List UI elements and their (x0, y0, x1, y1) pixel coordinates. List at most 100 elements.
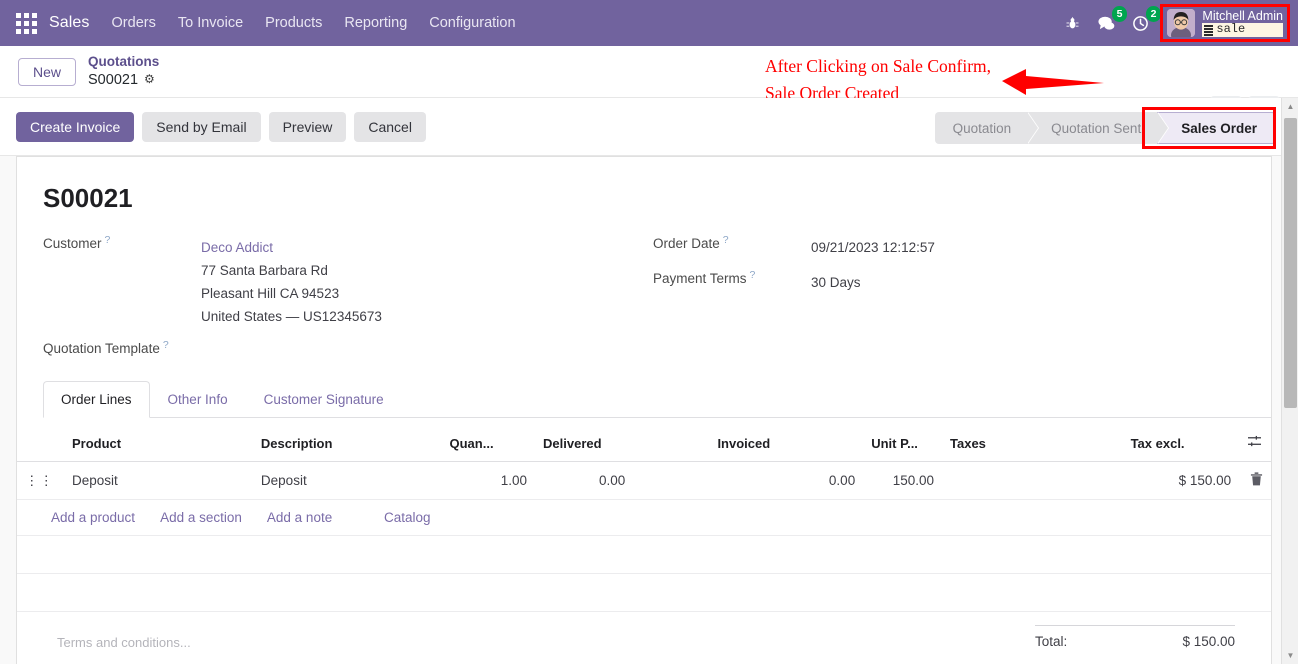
cancel-button[interactable]: Cancel (354, 111, 426, 142)
status-step-sales-order[interactable]: Sales Order (1157, 112, 1276, 144)
total-label: Total: (1035, 634, 1068, 649)
payment-terms-value[interactable]: 30 Days (811, 271, 861, 294)
field-customer: Customer ? Deco Addict 77 Santa Barbara … (43, 234, 653, 328)
help-icon[interactable]: ? (750, 269, 756, 281)
totals-separator (1035, 625, 1235, 626)
cell-unit-price[interactable]: 150.00 (863, 461, 943, 500)
catalog-link[interactable]: Catalog (384, 510, 431, 525)
breadcrumb-current-label: S00021 (88, 71, 139, 88)
menu-to-invoice[interactable]: To Invoice (178, 15, 243, 31)
header-tax-excl: Tax excl. (1122, 425, 1240, 462)
customer-label-text: Customer (43, 236, 102, 251)
cell-product[interactable]: Deposit (62, 461, 253, 500)
top-navbar: Sales Orders To Invoice Products Reporti… (0, 0, 1298, 46)
add-a-product-link[interactable]: Add a product (51, 510, 135, 525)
page-title: S00021 (43, 183, 133, 213)
apps-grid-icon[interactable] (16, 12, 37, 34)
order-lines-table: Product Description Quan... Delivered In… (17, 425, 1271, 612)
add-a-note-link[interactable]: Add a note (267, 510, 332, 525)
user-text: Mitchell Admin sale (1202, 8, 1283, 38)
field-order-date: Order Date ? 09/21/2023 12:12:57 (653, 234, 1213, 259)
header-quantity: Quan... (441, 425, 536, 462)
chat-bubble-icon[interactable]: 5 (1092, 6, 1128, 37)
new-record-button[interactable]: New (18, 57, 77, 86)
help-icon[interactable]: ? (723, 234, 729, 246)
help-icon[interactable]: ? (105, 234, 111, 246)
blank-row (17, 535, 1271, 574)
breadcrumb-parent-quotations[interactable]: Quotations (88, 54, 159, 71)
scroll-up-icon[interactable]: ▲ (1282, 98, 1298, 115)
header-invoiced: Invoiced (709, 425, 864, 462)
customer-address-line-2: Pleasant Hill CA 94523 (201, 286, 340, 301)
tab-customer-signature[interactable]: Customer Signature (246, 381, 402, 418)
trash-icon[interactable] (1239, 461, 1271, 500)
form-sheet: S00021 Customer ? Deco Addict 77 Santa B… (16, 156, 1272, 664)
payment-terms-label: Payment Terms ? (653, 269, 811, 294)
cell-description[interactable]: Deposit (252, 461, 442, 500)
status-bar: Quotation Quotation Sent Sales Order (934, 112, 1276, 144)
menu-products[interactable]: Products (265, 15, 322, 31)
database-name-box: sale (1202, 22, 1283, 38)
status-step-quotation-sent[interactable]: Quotation Sent (1027, 112, 1170, 144)
customer-address-line-1: 77 Santa Barbara Rd (201, 263, 328, 278)
create-invoice-button[interactable]: Create Invoice (16, 111, 135, 142)
table-row[interactable]: ⋮⋮ Deposit Deposit 1.00 0.00 0.00 150.00… (17, 461, 1271, 500)
add-links-cell: Add a product Add a section Add a note C… (17, 499, 1271, 536)
customer-value: Deco Addict 77 Santa Barbara Rd Pleasant… (201, 236, 382, 328)
send-by-email-button[interactable]: Send by Email (142, 111, 261, 142)
header-delivered: Delivered (535, 425, 710, 462)
header-taxes: Taxes (942, 425, 1123, 462)
help-icon[interactable]: ? (163, 339, 169, 351)
terms-and-conditions-input[interactable]: Terms and conditions... (57, 635, 191, 650)
bug-icon[interactable] (1058, 9, 1086, 37)
menu-reporting[interactable]: Reporting (344, 15, 407, 31)
total-row: Total: $ 150.00 (1035, 634, 1235, 649)
user-name: Mitchell Admin (1202, 8, 1283, 23)
add-a-section-link[interactable]: Add a section (160, 510, 242, 525)
sheet-footer: Terms and conditions... Total: $ 150.00 (17, 625, 1271, 664)
user-menu[interactable]: Mitchell Admin sale (1160, 3, 1290, 43)
menu-configuration[interactable]: Configuration (429, 15, 515, 31)
header-description: Description (252, 425, 442, 462)
clock-icon[interactable]: 2 (1126, 6, 1162, 37)
scrollbar-thumb[interactable] (1284, 118, 1297, 408)
tab-order-lines[interactable]: Order Lines (43, 381, 150, 418)
cell-delivered[interactable]: 0.00 (535, 461, 710, 500)
table-header-row: Product Description Quan... Delivered In… (17, 425, 1271, 462)
status-step-quotation[interactable]: Quotation (934, 112, 1039, 144)
database-icon (1204, 24, 1214, 36)
messages-badge: 5 (1111, 6, 1128, 22)
drag-handle-icon[interactable]: ⋮⋮ (17, 461, 62, 500)
odoo-sales-order-page: Sales Orders To Invoice Products Reporti… (0, 0, 1298, 664)
gear-icon[interactable]: ⚙ (144, 72, 155, 87)
breadcrumb: Quotations S00021 ⚙ (88, 54, 159, 89)
cell-taxes[interactable] (942, 461, 1123, 500)
menu-orders[interactable]: Orders (112, 15, 156, 31)
customer-label: Customer ? (43, 234, 201, 328)
blank-row (17, 573, 1271, 612)
tab-other-info[interactable]: Other Info (150, 381, 246, 418)
payment-terms-label-text: Payment Terms (653, 271, 747, 286)
customer-name-link[interactable]: Deco Addict (201, 236, 382, 259)
header-product: Product (62, 425, 253, 462)
avatar (1167, 8, 1196, 37)
preview-button[interactable]: Preview (268, 111, 347, 142)
header-unit-price: Unit P... (863, 425, 943, 462)
order-date-label-text: Order Date (653, 236, 720, 251)
navbar-right-group: 5 2 Mitchell Admin sale (1058, 0, 1298, 46)
add-line-row: Add a product Add a section Add a note C… (17, 499, 1271, 536)
vertical-scrollbar[interactable]: ▲ ▼ (1281, 98, 1298, 664)
cell-quantity[interactable]: 1.00 (441, 461, 536, 500)
total-value: $ 150.00 (1182, 634, 1235, 649)
breadcrumb-current: S00021 ⚙ (88, 71, 159, 89)
order-date-value[interactable]: 09/21/2023 12:12:57 (811, 236, 935, 259)
totals-block: Total: $ 150.00 (1035, 625, 1235, 649)
scroll-down-icon[interactable]: ▼ (1282, 647, 1298, 664)
app-brand-sales[interactable]: Sales (49, 14, 90, 32)
cell-tax-excl: $ 150.00 (1122, 461, 1240, 500)
quotation-template-label-text: Quotation Template (43, 341, 160, 356)
cell-invoiced[interactable]: 0.00 (709, 461, 864, 500)
form-columns: Customer ? Deco Addict 77 Santa Barbara … (43, 234, 1271, 365)
activities-badge: 2 (1145, 6, 1162, 22)
column-options-icon[interactable] (1239, 425, 1271, 462)
